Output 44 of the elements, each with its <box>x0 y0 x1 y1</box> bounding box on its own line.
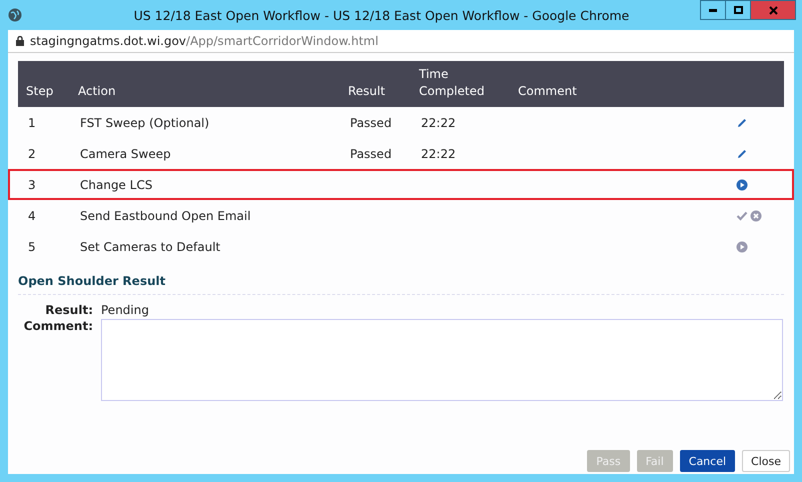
section-title: Open Shoulder Result <box>18 274 784 295</box>
action-cell-text: Camera Sweep <box>79 146 172 160</box>
action-button[interactable]: Close <box>742 450 790 472</box>
result-value: Pending <box>101 303 150 317</box>
step-cell-text: 1 <box>27 116 37 130</box>
action-cell-text: Send Eastbound Open Email <box>79 208 252 222</box>
action-button[interactable]: Cancel <box>680 450 736 472</box>
table-row[interactable]: 3 Change LCS <box>8 169 794 200</box>
url-text: stagingngatms.dot.wi.gov/App/smartCorridorWindow.html <box>30 34 378 48</box>
address-bar[interactable]: stagingngatms.dot.wi.gov/App/smartCorridorWindow.html <box>8 30 794 53</box>
minimize-button[interactable] <box>700 0 726 20</box>
table-row[interactable]: 5 Set Cameras to Default <box>18 231 784 262</box>
result-cell-text: Passed <box>349 116 392 130</box>
maximize-icon <box>734 6 742 14</box>
action-cell-text: Set Cameras to Default <box>79 240 222 254</box>
globe-icon <box>8 8 22 22</box>
column-header: Result <box>347 83 386 100</box>
table-row[interactable]: 1 FST Sweep (Optional) Passed 22:22 <box>18 107 784 138</box>
lock-icon <box>16 36 24 46</box>
time-cell-text: 22:22 <box>420 116 456 130</box>
step-cell-text: 5 <box>27 240 37 254</box>
column-header: Step <box>25 83 54 100</box>
step-cell-text: 3 <box>27 178 37 192</box>
maximize-button[interactable] <box>725 0 751 20</box>
minimize-icon <box>709 8 717 12</box>
window-title: US 12/18 East Open Workflow - US 12/18 East Open Workflow - Google Chrome <box>132 8 630 22</box>
pencil-icon[interactable] <box>736 148 748 160</box>
close-icon <box>768 6 778 14</box>
time-cell-text: 22:22 <box>420 146 456 160</box>
step-cell-text: 4 <box>27 208 37 222</box>
action-cell-text: Change LCS <box>79 178 154 192</box>
step-cell-text: 2 <box>27 146 37 160</box>
comment-field[interactable] <box>101 319 783 401</box>
play-icon[interactable] <box>736 178 748 190</box>
table-row[interactable]: 2 Camera Sweep Passed 22:22 <box>18 138 784 169</box>
comment-label: Comment: <box>22 319 93 335</box>
pencil-icon[interactable] <box>736 116 748 128</box>
close-button[interactable] <box>750 0 796 20</box>
action-cell-text: FST Sweep (Optional) <box>79 116 210 130</box>
column-header: Action <box>77 83 117 100</box>
result-cell-text: Passed <box>349 146 392 160</box>
column-header: Comment <box>517 83 578 100</box>
column-header: Time Completed <box>418 66 486 100</box>
result-label: Result: <box>44 303 93 317</box>
